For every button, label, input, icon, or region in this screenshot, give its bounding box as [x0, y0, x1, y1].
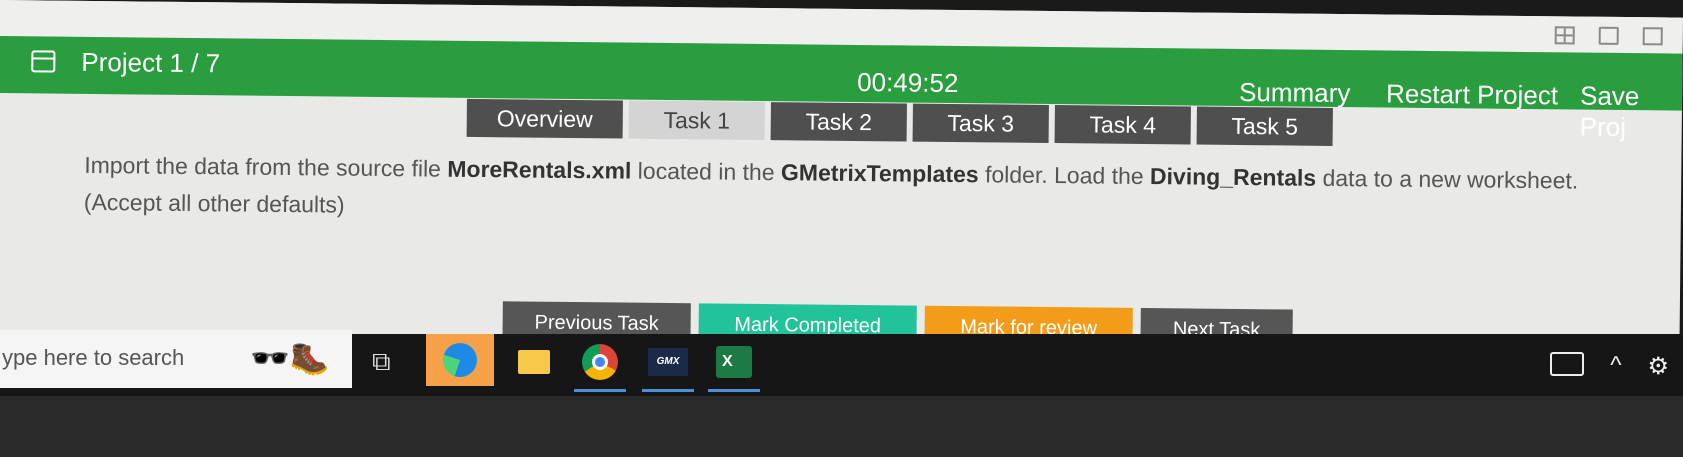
- tab-task-5[interactable]: Task 5: [1196, 106, 1333, 146]
- summary-link[interactable]: Summary: [1239, 77, 1351, 109]
- view-switcher: [1554, 26, 1663, 46]
- tab-task-2[interactable]: Task 2: [770, 102, 907, 142]
- page-break-view-icon[interactable]: [1642, 27, 1663, 46]
- timer: 00:49:52: [857, 66, 959, 99]
- task-view-icon[interactable]: ⧉: [372, 348, 398, 374]
- tab-task-1[interactable]: Task 1: [628, 100, 765, 141]
- touch-keyboard-icon[interactable]: [1550, 352, 1585, 376]
- chevron-up-icon[interactable]: ^: [1610, 352, 1621, 381]
- windows-taskbar: ype here to search 🕶️🥾 ⧉ GMX X ^ ⚙: [0, 330, 1683, 396]
- search-placeholder: ype here to search: [2, 345, 185, 370]
- normal-view-icon[interactable]: [1554, 26, 1575, 45]
- source-file-name: MoreRentals.xml: [447, 155, 632, 184]
- instruction-text: located in the: [631, 157, 782, 186]
- gmetrix-app-icon[interactable]: GMX: [642, 340, 694, 392]
- gmetrix-test-window: Project 1 / 7 00:49:52 Summary Restart P…: [0, 0, 1683, 363]
- bezel: [0, 396, 1683, 457]
- tab-task-3[interactable]: Task 3: [912, 103, 1049, 143]
- page-layout-view-icon[interactable]: [1598, 26, 1619, 45]
- project-icon: [31, 50, 56, 73]
- search-highlight-icon: 🕶️🥾: [250, 340, 330, 376]
- excel-app-icon[interactable]: X: [708, 340, 760, 392]
- taskbar-search-box[interactable]: ype here to search 🕶️🥾: [0, 330, 352, 388]
- table-name: Diving_Rentals: [1149, 163, 1317, 191]
- task-instruction: Import the data from the source file Mor…: [84, 147, 1645, 237]
- instruction-text: folder. Load the: [978, 161, 1151, 190]
- instruction-text: Import the data from the source file: [84, 151, 448, 182]
- task-tabs: Overview Task 1 Task 2 Task 3 Task 4 Tas…: [466, 98, 1333, 146]
- save-project-link[interactable]: Save Proj: [1580, 81, 1683, 144]
- file-explorer-icon[interactable]: [512, 340, 556, 384]
- chrome-browser-icon[interactable]: [574, 340, 626, 392]
- folder-name: GMetrixTemplates: [780, 159, 979, 188]
- project-title: Project 1 / 7: [81, 46, 221, 79]
- tab-task-4[interactable]: Task 4: [1054, 105, 1191, 145]
- tab-overview[interactable]: Overview: [466, 98, 623, 139]
- restart-project-link[interactable]: Restart Project: [1386, 79, 1558, 112]
- settings-icon[interactable]: ⚙: [1647, 352, 1669, 381]
- system-tray: ^ ⚙: [1550, 352, 1669, 381]
- edge-browser-icon[interactable]: [426, 334, 494, 386]
